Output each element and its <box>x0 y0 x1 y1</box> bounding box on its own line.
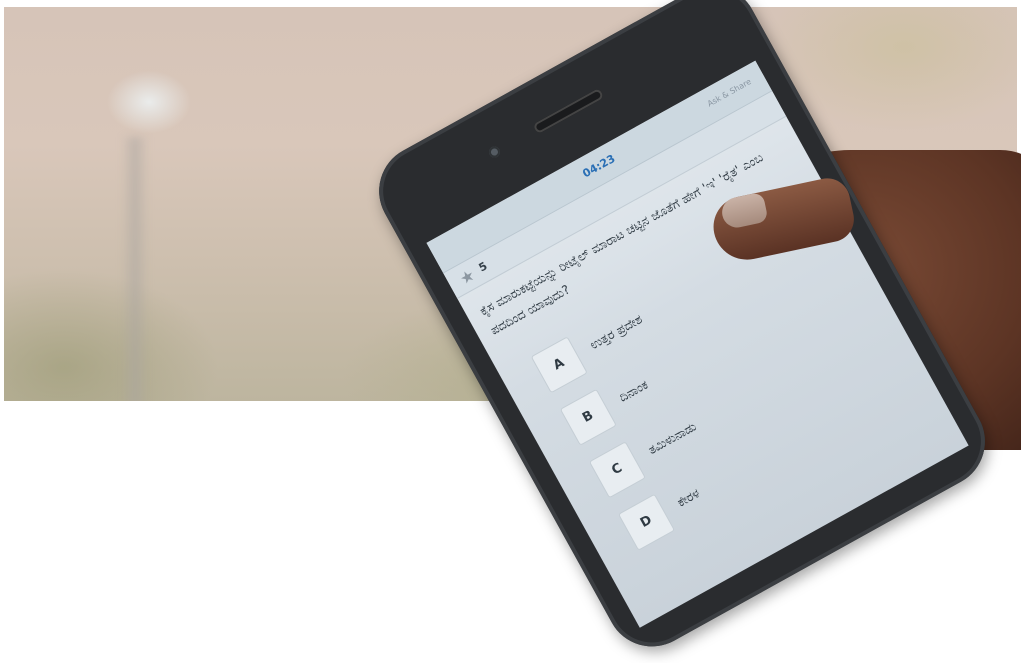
star-icon[interactable]: ★ <box>456 265 478 289</box>
option-label: ತಮಿಳುನಾಡು <box>645 418 699 458</box>
option-letter[interactable]: C <box>588 441 646 499</box>
option-d[interactable]: D ಕೇರಳ <box>617 485 702 551</box>
option-label: ದಿನಾಂಕ <box>616 376 651 405</box>
phone-screen: 04:23 Ask & Share ★ 5 ಕೈಸ ಮಾರುಕಟ್ಟೆಯನ್ನು… <box>426 60 969 628</box>
option-a[interactable]: A ಉತ್ತರ ಪ್ರದೇಶ <box>530 311 645 394</box>
option-c[interactable]: C ತಮಿಳುನಾಡು <box>588 418 699 499</box>
option-letter[interactable]: D <box>617 493 676 551</box>
option-letter[interactable]: B <box>559 388 617 446</box>
front-camera-icon <box>486 144 502 160</box>
option-b[interactable]: B ದಿನಾಂಕ <box>559 377 650 446</box>
earpiece-speaker <box>532 87 605 135</box>
option-label: ಉತ್ತರ ಪ್ರದೇಶ <box>587 311 645 353</box>
blurred-post <box>122 137 148 401</box>
score-value: 5 <box>476 259 490 275</box>
option-letter[interactable]: A <box>530 336 588 394</box>
header-link[interactable]: Ask & Share <box>706 77 753 108</box>
option-label: ಕೇರಳ <box>674 485 703 510</box>
